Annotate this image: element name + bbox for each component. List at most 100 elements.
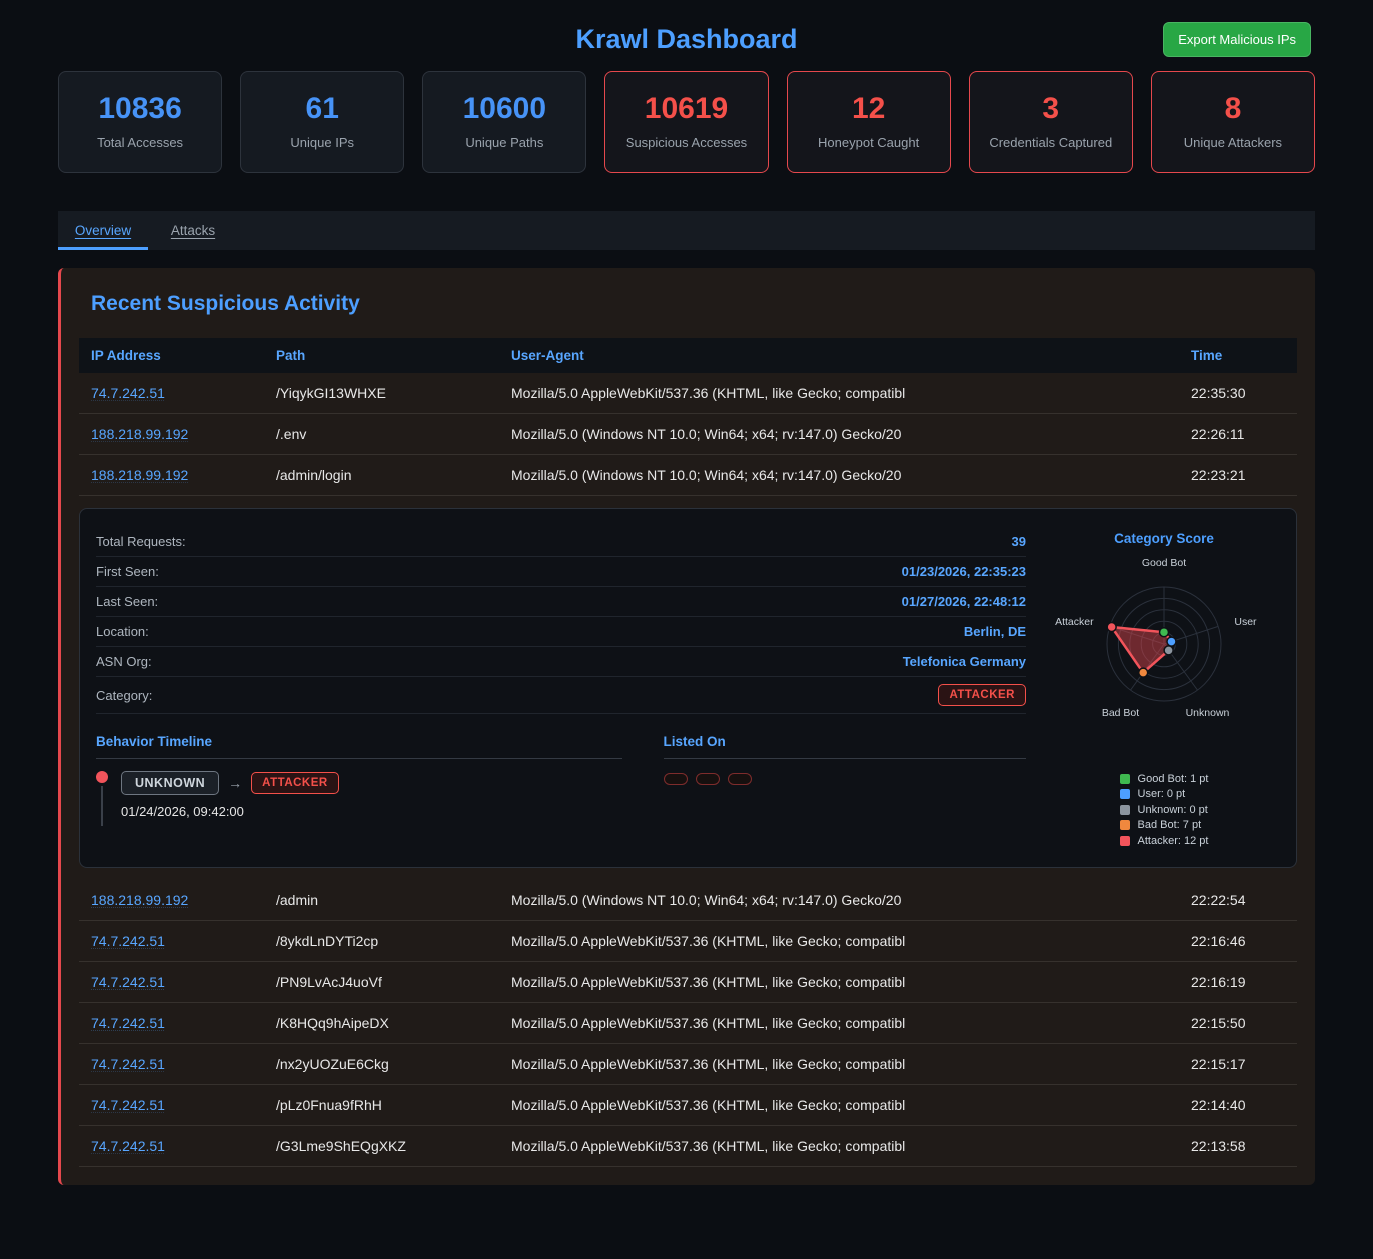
table-rows-top: 74.7.242.51 /YiqykGI13WHXE Mozilla/5.0 A… <box>79 373 1297 496</box>
table-row: 74.7.242.51 /K8HQq9hAipeDX Mozilla/5.0 A… <box>79 1003 1297 1044</box>
timeline-dot-icon <box>96 771 108 783</box>
svg-text:User: User <box>1234 616 1257 628</box>
legend-swatch-icon <box>1120 820 1130 830</box>
ip-address-link[interactable]: 74.7.242.51 <box>91 1015 165 1031</box>
ip-address-link[interactable]: 188.218.99.192 <box>91 426 188 442</box>
activity-table: IP Address Path User-Agent Time 74.7.242… <box>79 338 1297 1167</box>
legend-swatch-icon <box>1120 789 1130 799</box>
blocklist-badge[interactable] <box>728 773 752 785</box>
export-malicious-ips-button[interactable]: Export Malicious IPs <box>1163 22 1311 57</box>
timeline-marker <box>96 771 108 826</box>
ip-detail-card: Total Requests: 39 First Seen: 01/23/202… <box>79 508 1297 868</box>
info-value: 39 <box>1012 534 1026 549</box>
ip-address-link[interactable]: 74.7.242.51 <box>91 1097 165 1113</box>
stat-label: Unique IPs <box>247 135 397 150</box>
user-agent-cell: Mozilla/5.0 AppleWebKit/537.36 (KHTML, l… <box>499 1097 1179 1113</box>
user-agent-cell: Mozilla/5.0 AppleWebKit/537.36 (KHTML, l… <box>499 1056 1179 1072</box>
ip-detail-info: Total Requests: 39 First Seen: 01/23/202… <box>96 523 1026 849</box>
column-header-time: Time <box>1179 348 1297 363</box>
category-transition: UNKNOWN → ATTACKER <box>121 771 339 795</box>
tab-overview[interactable]: Overview <box>58 211 148 250</box>
time-cell: 22:22:54 <box>1179 892 1297 908</box>
path-cell: /K8HQq9hAipeDX <box>264 1015 499 1031</box>
svg-text:Good Bot: Good Bot <box>1142 557 1186 569</box>
table-row: 74.7.242.51 /8ykdLnDYTi2cp Mozilla/5.0 A… <box>79 921 1297 962</box>
user-agent-cell: Mozilla/5.0 AppleWebKit/537.36 (KHTML, l… <box>499 933 1179 949</box>
user-agent-cell: Mozilla/5.0 AppleWebKit/537.36 (KHTML, l… <box>499 974 1179 990</box>
info-label: Category: <box>96 688 152 703</box>
radar-chart-title: Category Score <box>1048 531 1280 546</box>
listed-on-title: Listed On <box>664 734 1026 759</box>
user-agent-cell: Mozilla/5.0 (Windows NT 10.0; Win64; x64… <box>499 467 1179 483</box>
column-header-path: Path <box>264 348 499 363</box>
timeline-line <box>101 786 103 826</box>
ip-address-link[interactable]: 74.7.242.51 <box>91 385 165 401</box>
stat-card: 8 Unique Attackers <box>1151 71 1315 173</box>
info-label: Last Seen: <box>96 594 158 609</box>
info-row: Location: Berlin, DE <box>96 617 1026 647</box>
info-row: First Seen: 01/23/2026, 22:35:23 <box>96 557 1026 587</box>
info-label: ASN Org: <box>96 654 152 669</box>
blocklist-badge[interactable] <box>664 773 688 785</box>
radar-legend-item: Attacker: 12 pt <box>1120 833 1209 849</box>
ip-address-link[interactable]: 188.218.99.192 <box>91 467 188 483</box>
timeline-entry: UNKNOWN → ATTACKER 01/24/2026, 09:42:00 <box>96 771 622 826</box>
stat-label: Total Accesses <box>65 135 215 150</box>
radar-legend: Good Bot: 1 ptUser: 0 ptUnknown: 0 ptBad… <box>1120 771 1209 849</box>
column-header-ip: IP Address <box>79 348 264 363</box>
user-agent-cell: Mozilla/5.0 AppleWebKit/537.36 (KHTML, l… <box>499 385 1179 401</box>
radar-legend-item: Unknown: 0 pt <box>1120 802 1209 818</box>
stat-value: 10619 <box>611 92 761 126</box>
table-row: 74.7.242.51 /pLz0Fnua9fRhH Mozilla/5.0 A… <box>79 1085 1297 1126</box>
blocklist-badge[interactable] <box>696 773 720 785</box>
info-value: 01/23/2026, 22:35:23 <box>902 564 1026 579</box>
info-row: ASN Org: Telefonica Germany <box>96 647 1026 677</box>
ip-detail-fields: Total Requests: 39 First Seen: 01/23/202… <box>96 527 1026 677</box>
info-row: Last Seen: 01/27/2026, 22:48:12 <box>96 587 1026 617</box>
user-agent-cell: Mozilla/5.0 AppleWebKit/537.36 (KHTML, l… <box>499 1138 1179 1154</box>
listed-on-section: Listed On <box>664 734 1026 826</box>
ip-address-link[interactable]: 74.7.242.51 <box>91 1056 165 1072</box>
info-value: 01/27/2026, 22:48:12 <box>902 594 1026 609</box>
stat-card: 3 Credentials Captured <box>969 71 1133 173</box>
time-cell: 22:26:11 <box>1179 426 1297 442</box>
table-row: 188.218.99.192 /admin/login Mozilla/5.0 … <box>79 455 1297 496</box>
legend-swatch-icon <box>1120 774 1130 784</box>
stat-value: 3 <box>976 92 1126 126</box>
tab-attacks[interactable]: Attacks <box>148 211 238 250</box>
ip-address-link[interactable]: 74.7.242.51 <box>91 1138 165 1154</box>
category-score-column: Category Score Good Bot User Unknown Bad Bo… <box>1048 523 1280 849</box>
detail-sections: Behavior Timeline UNKNOWN → ATTACKER <box>96 734 1026 826</box>
table-row: 74.7.242.51 /nx2yUOZuE6Ckg Mozilla/5.0 A… <box>79 1044 1297 1085</box>
ip-address-link[interactable]: 188.218.99.192 <box>91 892 188 908</box>
stat-card: 10836 Total Accesses <box>58 71 222 173</box>
info-label: Total Requests: <box>96 534 186 549</box>
table-row: 74.7.242.51 /YiqykGI13WHXE Mozilla/5.0 A… <box>79 373 1297 414</box>
user-agent-cell: Mozilla/5.0 (Windows NT 10.0; Win64; x64… <box>499 426 1179 442</box>
stat-label: Suspicious Accesses <box>611 135 761 150</box>
time-cell: 22:14:40 <box>1179 1097 1297 1113</box>
stat-label: Unique Paths <box>429 135 579 150</box>
path-cell: /G3Lme9ShEQgXKZ <box>264 1138 499 1154</box>
time-cell: 22:16:46 <box>1179 933 1297 949</box>
path-cell: /8ykdLnDYTi2cp <box>264 933 499 949</box>
time-cell: 22:13:58 <box>1179 1138 1297 1154</box>
stat-value: 10836 <box>65 92 215 126</box>
svg-text:Bad Bot: Bad Bot <box>1102 707 1139 719</box>
path-cell: /nx2yUOZuE6Ckg <box>264 1056 499 1072</box>
ip-address-link[interactable]: 74.7.242.51 <box>91 974 165 990</box>
table-rows-bottom: 188.218.99.192 /admin Mozilla/5.0 (Windo… <box>79 880 1297 1167</box>
path-cell: /admin <box>264 892 499 908</box>
info-row: Total Requests: 39 <box>96 527 1026 557</box>
stat-value: 8 <box>1158 92 1308 126</box>
table-row: 188.218.99.192 /admin Mozilla/5.0 (Windo… <box>79 880 1297 921</box>
ip-address-link[interactable]: 74.7.242.51 <box>91 933 165 949</box>
stat-label: Unique Attackers <box>1158 135 1308 150</box>
svg-text:Unknown: Unknown <box>1186 707 1230 719</box>
legend-swatch-icon <box>1120 805 1130 815</box>
behavior-timeline-section: Behavior Timeline UNKNOWN → ATTACKER <box>96 734 622 826</box>
path-cell: /pLz0Fnua9fRhH <box>264 1097 499 1113</box>
svg-text:Attacker: Attacker <box>1055 616 1094 628</box>
stat-value: 61 <box>247 92 397 126</box>
listed-on-badges <box>664 773 1026 785</box>
